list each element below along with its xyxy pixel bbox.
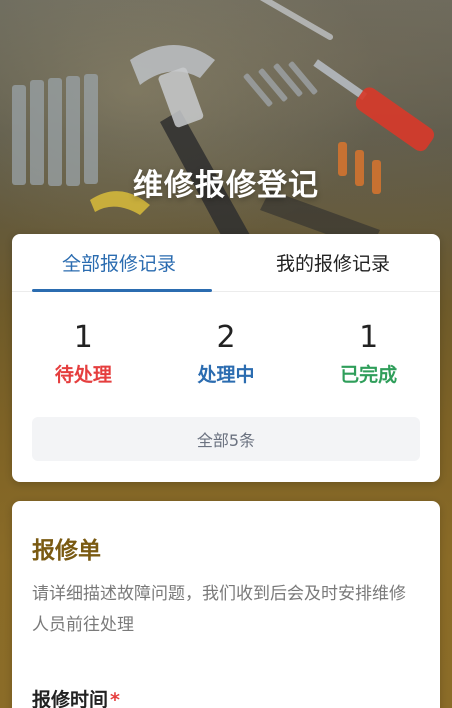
tab-all-records[interactable]: 全部报修记录 bbox=[12, 234, 226, 291]
status-stats: 1 待处理 2 处理中 1 已完成 bbox=[12, 322, 440, 388]
stat-processing-label: 处理中 bbox=[197, 364, 255, 386]
repair-time-label-text: 报修时间 bbox=[32, 689, 109, 708]
stat-done[interactable]: 1 已完成 bbox=[297, 322, 440, 388]
all-records-summary-button[interactable]: 全部5条 bbox=[32, 417, 420, 461]
stat-processing[interactable]: 2 处理中 bbox=[155, 322, 298, 388]
page-title: 维修报修登记 bbox=[133, 168, 319, 203]
records-card: 全部报修记录 我的报修记录 1 待处理 2 处理中 1 已完成 全部5条 bbox=[12, 234, 440, 482]
stat-done-label: 已完成 bbox=[340, 364, 398, 386]
tab-my-records[interactable]: 我的报修记录 bbox=[226, 234, 440, 291]
stat-pending-count: 1 bbox=[73, 320, 93, 355]
stat-pending[interactable]: 1 待处理 bbox=[12, 322, 155, 388]
stat-pending-label: 待处理 bbox=[54, 364, 112, 386]
repair-form-card: 报修单 请详细描述故障问题，我们收到后会及时安排维修人员前往处理 报修时间 * bbox=[12, 501, 440, 708]
required-mark: * bbox=[110, 689, 120, 708]
stat-done-count: 1 bbox=[359, 320, 379, 355]
stat-processing-count: 2 bbox=[216, 320, 236, 355]
records-tabs: 全部报修记录 我的报修记录 bbox=[12, 234, 440, 292]
active-tab-indicator bbox=[32, 289, 212, 292]
form-description: 请详细描述故障问题，我们收到后会及时安排维修人员前往处理 bbox=[32, 584, 406, 635]
repair-time-label: 报修时间 * bbox=[32, 685, 420, 708]
form-title: 报修单 bbox=[32, 538, 101, 564]
